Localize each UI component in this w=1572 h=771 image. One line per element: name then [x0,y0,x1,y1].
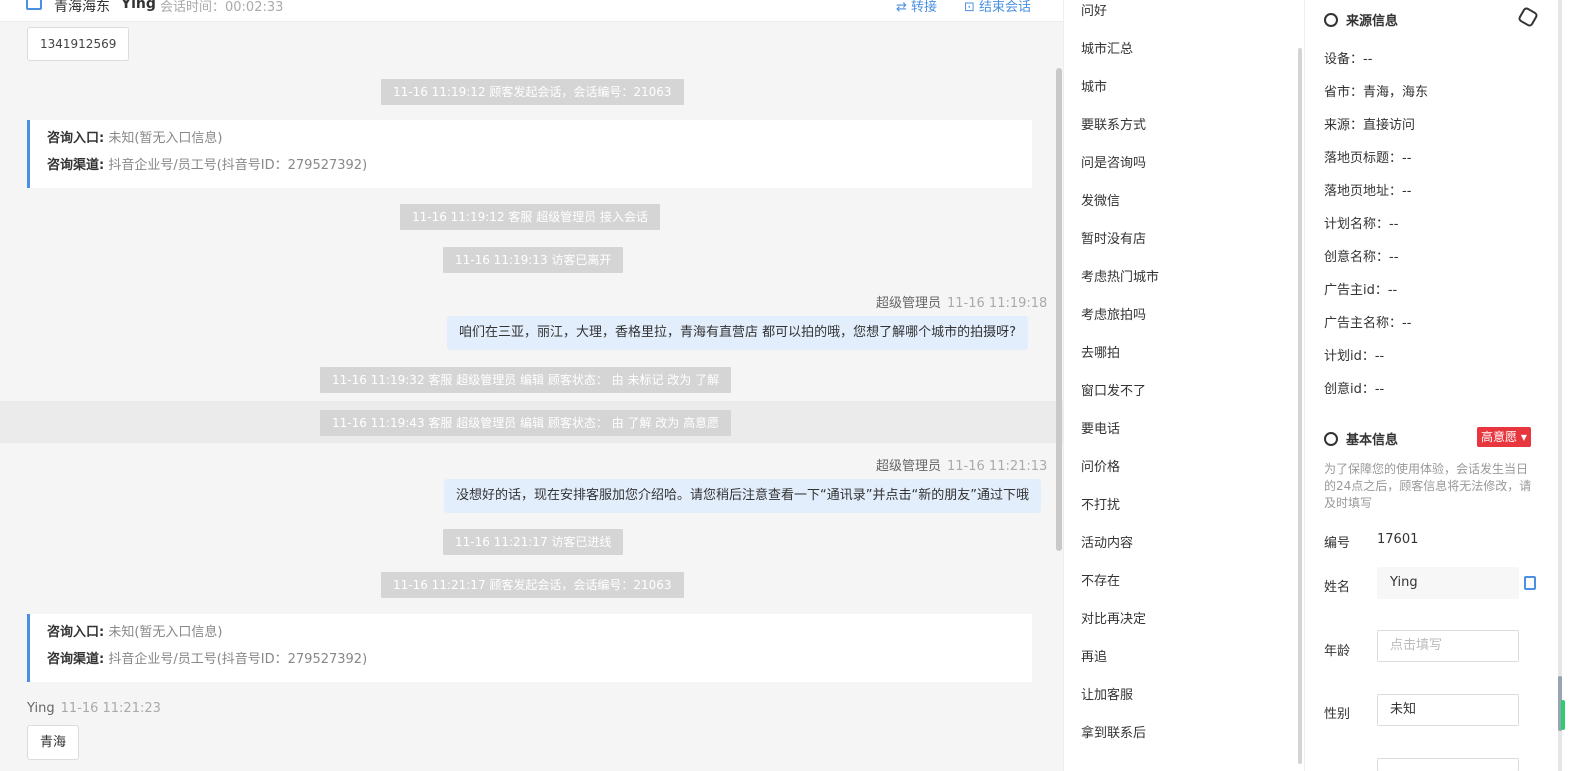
location-pin-icon [1324,13,1338,27]
end-session-button[interactable]: ⊡ 结束会话 [964,0,1031,15]
info-scrollbar-track[interactable] [1558,0,1562,771]
system-message: 11-16 11:21:17 顾客发起会话，会话编号：21063 [381,572,684,598]
message-meta: 超级管理员 11-16 11:21:13 [876,455,1047,474]
age-label: 年龄 [1324,644,1351,659]
source-row: 落地页地址：-- [1324,184,1412,199]
quick-reply-item[interactable]: 发微信 [1081,190,1120,209]
quick-reply-item[interactable]: 对比再决定 [1081,608,1146,627]
chat-scrollbar[interactable] [1056,68,1062,551]
source-row: 落地页标题：-- [1324,151,1412,166]
quick-reply-item[interactable]: 考虑旅拍吗 [1081,304,1146,323]
entry-value: 未知(暂无入口信息) [108,131,223,146]
message-time: 11-16 11:19:18 [947,296,1048,311]
monitor-icon [26,0,42,10]
visitor-message-bubble: 青海 [27,725,80,760]
message-meta: 超级管理员 11-16 11:19:18 [876,292,1047,311]
customer-info-panel: 来源信息 设备：-- 省市：青海，海东 来源：直接访问 落地页标题：-- 落地页… [1304,0,1572,771]
source-row: 创意名称：-- [1324,250,1399,265]
quick-reply-item[interactable]: 活动内容 [1081,532,1133,551]
source-row: 创意id：-- [1324,382,1385,397]
transfer-button[interactable]: ⇄ 转接 [896,0,937,15]
user-circle-icon [1324,432,1338,446]
edit-notice: 为了保障您的使用体验，会话发生当日的24点之后，顾客信息将无法修改，请及时填写 [1324,462,1532,510]
source-info-heading: 来源信息 [1346,14,1399,29]
quick-reply-item[interactable]: 再追 [1081,646,1107,665]
visitor-name: Ying [121,0,156,12]
channel-label: 咨询渠道: [47,652,105,667]
entry-label: 咨询入口: [47,131,105,146]
quick-reply-scrollbar[interactable] [1298,48,1302,764]
entry-value: 未知(暂无入口信息) [108,625,223,640]
quick-reply-item[interactable]: 让加客服 [1081,684,1133,703]
status-indicator [1561,700,1565,730]
basic-info-title: 基本信息 [1324,429,1398,448]
quick-reply-item[interactable]: 问价格 [1081,456,1120,475]
source-row: 计划id：-- [1324,349,1385,364]
system-message: 11-16 11:19:12 顾客发起会话，会话编号：21063 [381,79,684,105]
source-row: 计划名称：-- [1324,217,1399,232]
quick-reply-item[interactable]: 城市汇总 [1081,38,1133,57]
sender-name: 超级管理员 [876,459,942,474]
system-message: 11-16 11:19:13 访客已离开 [443,247,624,273]
system-message: 11-16 11:19:12 客服 超级管理员 接入会话 [400,204,661,230]
quick-reply-item[interactable]: 问好 [1081,0,1107,19]
channel-value: 抖音企业号/员工号(抖音号ID：279527392) [108,652,368,667]
phone-number-message: 1341912569 [27,27,130,61]
agent-message-bubble: 咱们在三亚，丽江，大理，香格里拉，青海有直营店 都可以拍的哦，您想了解哪个城市的… [447,316,1029,350]
next-field[interactable] [1377,758,1519,771]
consult-info-card: 咨询入口: 未知(暂无入口信息) 咨询渠道: 抖音企业号/员工号(抖音号ID：2… [27,614,1032,682]
system-message: 11-16 11:21:17 访客已进线 [443,529,624,555]
visitor-location: 青海海东 [54,0,110,15]
quick-reply-item[interactable]: 城市 [1081,76,1107,95]
chat-header: 青海海东 Ying 会话时间：00:02:33 ⇄ 转接 ⊡ 结束会话 [0,0,1063,22]
gender-label: 性别 [1324,707,1351,722]
intent-status-badge[interactable]: 高意愿 ▾ [1477,427,1531,447]
quick-reply-item[interactable]: 问是咨询吗 [1081,152,1146,171]
channel-label: 咨询渠道: [47,158,105,173]
sender-name: Ying [27,701,55,716]
sender-name: 超级管理员 [876,296,942,311]
source-row: 广告主名称：-- [1324,316,1412,331]
name-field[interactable]: Ying [1377,567,1519,599]
entry-label: 咨询入口: [47,625,105,640]
agent-message-bubble: 没想好的话，现在安排客服加您介绍哈。请您稍后注意查看一下“通讯录”并点击“新的朋… [444,479,1041,513]
basic-info-heading: 基本信息 [1346,433,1399,448]
copy-icon[interactable] [1524,576,1536,590]
session-time: 会话时间：00:02:33 [160,0,284,15]
source-row: 省市：青海，海东 [1324,85,1429,100]
quick-reply-item[interactable]: 不存在 [1081,570,1120,589]
message-meta: Ying 11-16 11:21:23 [27,701,161,716]
quick-reply-item[interactable]: 拿到联系后 [1081,722,1146,741]
channel-value: 抖音企业号/员工号(抖音号ID：279527392) [108,158,368,173]
quick-reply-item[interactable]: 要联系方式 [1081,114,1146,133]
source-row: 来源：直接访问 [1324,118,1416,133]
id-label: 编号 [1324,536,1351,551]
id-value: 17601 [1377,532,1419,547]
message-time: 11-16 11:21:23 [60,701,161,716]
age-input[interactable]: 点击填写 [1377,630,1519,662]
quick-reply-list: 问好 城市汇总 城市 要联系方式 问是咨询吗 发微信 暂时没有店 考虑热门城市 … [1063,0,1304,771]
settings-hex-icon[interactable] [1517,6,1539,28]
app-root: 青海海东 Ying 会话时间：00:02:33 ⇄ 转接 ⊡ 结束会话 1341… [0,0,1572,771]
source-row: 广告主id：-- [1324,283,1398,298]
consult-info-card: 咨询入口: 未知(暂无入口信息) 咨询渠道: 抖音企业号/员工号(抖音号ID：2… [27,120,1032,188]
chat-pane: 青海海东 Ying 会话时间：00:02:33 ⇄ 转接 ⊡ 结束会话 1341… [0,0,1063,771]
quick-reply-item[interactable]: 要电话 [1081,418,1120,437]
system-message: 11-16 11:19:32 客服 超级管理员 编辑 顾客状态： 由 未标记 改… [320,367,732,393]
source-info-title: 来源信息 [1324,10,1398,29]
name-label: 姓名 [1324,580,1351,595]
source-row: 设备：-- [1324,52,1373,67]
quick-reply-item[interactable]: 窗口发不了 [1081,380,1146,399]
system-message: 11-16 11:19:43 客服 超级管理员 编辑 顾客状态： 由 了解 改为… [320,410,732,436]
message-time: 11-16 11:21:13 [947,459,1048,474]
quick-reply-item[interactable]: 不打扰 [1081,494,1120,513]
quick-reply-item[interactable]: 去哪拍 [1081,342,1120,361]
quick-reply-item[interactable]: 考虑热门城市 [1081,266,1159,285]
quick-reply-item[interactable]: 暂时没有店 [1081,228,1146,247]
gender-select[interactable]: 未知 [1377,694,1519,726]
